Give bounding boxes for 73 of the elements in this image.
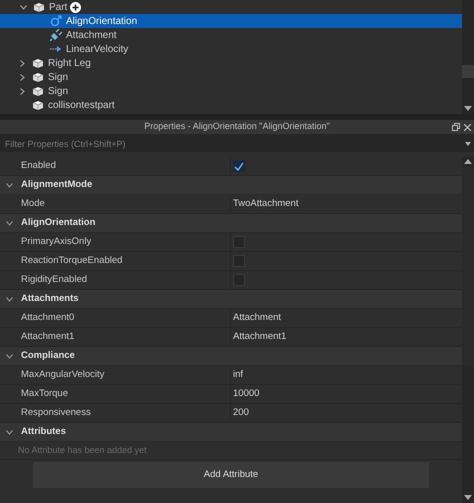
tree-item-label: Part: [49, 0, 68, 14]
brick-icon: [32, 58, 44, 68]
category-header[interactable]: Compliance: [0, 347, 462, 366]
category-title: Attributes: [21, 424, 66, 439]
expand-chevron-icon[interactable]: [20, 88, 25, 94]
property-name: Attachment1: [0, 328, 231, 346]
expand-chevron-icon[interactable]: [20, 74, 25, 80]
property-name: PrimaryAxisOnly: [0, 233, 231, 251]
tree-item[interactable]: AlignOrientation: [0, 14, 462, 28]
tree-item-label: Attachment: [66, 28, 117, 42]
tree-item[interactable]: Sign: [0, 70, 462, 84]
property-name: Mode: [0, 195, 231, 213]
tree-item[interactable]: collisontestpart: [0, 98, 462, 112]
category-header[interactable]: AlignOrientation: [0, 214, 462, 233]
category-header[interactable]: Attributes: [0, 423, 462, 442]
collapse-chevron-icon[interactable]: [6, 354, 13, 358]
scrollbar[interactable]: [462, 157, 474, 503]
category-title: AlignOrientation: [21, 216, 96, 230]
tree-item[interactable]: LinearVelocity: [0, 42, 462, 56]
property-value[interactable]: Attachment: [233, 310, 282, 326]
tree-item-label: Sign: [48, 84, 68, 98]
tree-item[interactable]: Sign: [0, 84, 462, 98]
property-name: Responsiveness: [0, 404, 231, 422]
collapse-chevron-icon[interactable]: [6, 220, 13, 226]
collapse-chevron-icon[interactable]: [6, 182, 13, 188]
expand-chevron-icon[interactable]: [20, 60, 25, 66]
category-header[interactable]: AlignmentMode: [0, 176, 462, 195]
tree-item[interactable]: Attachment: [0, 28, 462, 42]
collapse-chevron-icon[interactable]: [20, 4, 27, 10]
panel-title: Properties - AlignOrientation "AlignOrientation": [143, 120, 331, 134]
add-attribute-button[interactable]: Add Attribute: [33, 462, 429, 488]
scrollbar[interactable]: [462, 0, 474, 114]
property-name: MaxAngularVelocity: [0, 366, 231, 384]
filter-field[interactable]: Filter Properties (Ctrl+Shift+P): [0, 136, 474, 152]
undock-icon[interactable]: [452, 123, 460, 131]
brick-icon: [32, 100, 44, 110]
category-title: Attachments: [21, 292, 79, 306]
property-value[interactable]: TwoAttachment: [233, 196, 298, 212]
property-name: ReactionTorqueEnabled: [0, 252, 231, 270]
tree-item-label: LinearVelocity: [66, 42, 128, 56]
tree-item-label: collisontestpart: [48, 98, 115, 112]
tree-item-label: Sign: [48, 70, 68, 84]
brick-icon: [33, 2, 45, 12]
plug-icon: [50, 29, 62, 41]
property-name: MaxTorque: [0, 385, 231, 403]
property-value[interactable]: 200: [233, 406, 249, 420]
align-icon: [50, 15, 62, 27]
collapse-chevron-icon[interactable]: [6, 296, 13, 302]
tree-item-label: AlignOrientation: [66, 14, 138, 28]
collapse-chevron-icon[interactable]: [6, 430, 13, 434]
scroll-down-icon[interactable]: [464, 495, 472, 500]
scroll-down-icon[interactable]: [464, 106, 472, 111]
category-title: AlignmentMode: [21, 178, 92, 192]
category-header[interactable]: Attachments: [0, 290, 462, 309]
close-icon[interactable]: [464, 124, 471, 130]
property-name: Enabled: [0, 157, 231, 175]
property-name: RigidityEnabled: [0, 271, 231, 289]
property-value[interactable]: inf: [233, 368, 244, 382]
property-value[interactable]: Attachment1: [233, 330, 286, 344]
tree-item-label: Right Leg: [48, 56, 91, 70]
property-value[interactable]: 10000: [233, 386, 260, 402]
checkbox[interactable]: [233, 160, 245, 172]
empty-message: No Attribute has been added yet: [18, 444, 147, 457]
brick-icon: [32, 72, 44, 82]
property-name: Attachment0: [0, 309, 231, 327]
tree-item[interactable]: Part: [0, 0, 462, 14]
scroll-up-icon[interactable]: [464, 159, 472, 164]
tree-item[interactable]: Right Leg: [0, 56, 462, 70]
add-icon[interactable]: [70, 2, 82, 12]
dropdown-icon[interactable]: [465, 142, 471, 146]
category-title: Compliance: [21, 348, 75, 363]
arrow-icon: [50, 45, 62, 53]
brick-icon: [32, 86, 44, 96]
